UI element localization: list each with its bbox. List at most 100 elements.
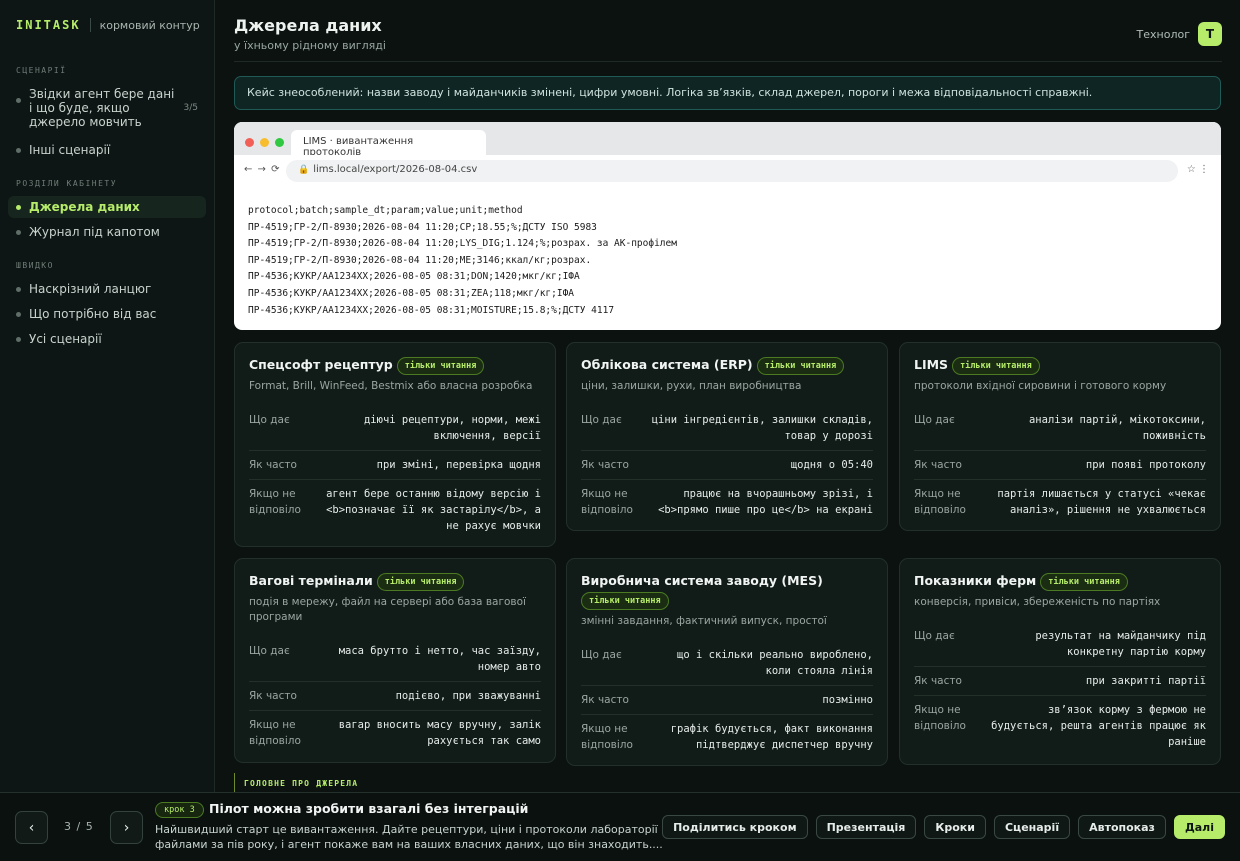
sections-label: РОЗДІЛИ КАБІНЕТУ xyxy=(16,179,118,188)
section-tag: ГОЛОВНЕ ПРО ДЖЕРЕЛА xyxy=(234,773,358,793)
chevron-left-icon: ‹ xyxy=(28,819,35,836)
bullet-icon xyxy=(16,230,21,235)
url-text: lims.local/export/2026-08-04.csv xyxy=(313,164,478,175)
steps-button[interactable]: Кроки xyxy=(924,815,986,839)
row-value: вагар вносить масу вручну, залік рахуєть… xyxy=(338,718,541,747)
row-value: при закритті партії xyxy=(1085,674,1206,687)
csv-line: ПР-4536;КУКР/АА1234ХХ;2026-08-05 08:31;M… xyxy=(248,304,615,316)
browser-tab: LIMS · вивантаження протоколів xyxy=(291,130,486,158)
sidebar-item-end-to-end[interactable]: Наскрізний ланцюг xyxy=(8,278,206,300)
row-value: агент бере останню відому версію і <b>по… xyxy=(326,487,541,532)
user-role[interactable]: Технолог Т xyxy=(1137,22,1222,46)
sidebar-item-label: Журнал під капотом xyxy=(29,225,160,239)
csv-line: ПР-4536;КУКР/АА1234ХХ;2026-08-05 08:31;D… xyxy=(248,271,580,283)
card-title: Виробнича система заводу (MES) xyxy=(581,573,823,588)
row-label: Що дає xyxy=(581,413,622,426)
row-label: Що дає xyxy=(581,649,622,661)
prev-step-button[interactable]: ‹ xyxy=(15,811,48,844)
bullet-icon xyxy=(16,312,21,317)
sidebar-item-label: Що потрібно від вас xyxy=(29,307,157,321)
bullet-icon xyxy=(16,148,21,153)
avatar[interactable]: Т xyxy=(1198,22,1222,46)
row-value: працює на вчорашньому зрізі, і <b>прямо … xyxy=(658,487,873,516)
card-title: Спецсофт рецептур xyxy=(249,357,393,372)
sidebar-item-all-scenarios[interactable]: Усі сценарії xyxy=(8,328,206,350)
row-value: щодня о 05:40 xyxy=(790,458,873,471)
card-subtitle: протоколи вхідної сировини і готового ко… xyxy=(914,379,1167,392)
browser-nav-icons: ← → ⟳ xyxy=(244,164,281,175)
row-label: Якщо не відповіло xyxy=(249,718,301,747)
maximize-dot-icon xyxy=(275,138,284,147)
step-footer: ‹ 3 / 5 › крок 3 Пілот можна зробити вза… xyxy=(0,792,1240,861)
bullet-icon xyxy=(16,287,21,292)
readonly-badge: тільки читання xyxy=(1040,572,1128,591)
sidebar: INITASK кормовий контур СЦЕНАРІЇ Звідки … xyxy=(0,0,215,792)
row-label: Що дає xyxy=(914,413,955,426)
row-value: результат на майданчику під конкретну па… xyxy=(1035,629,1206,658)
window-controls xyxy=(245,138,290,147)
csv-line: ПР-4536;КУКР/АА1234ХХ;2026-08-05 08:31;Z… xyxy=(248,287,575,299)
browser-tabbar: LIMS · вивантаження протоколів xyxy=(234,122,1221,158)
step-title: Пілот можна зробити взагалі без інтеграц… xyxy=(209,801,529,816)
page-subtitle: у їхньому рідному вигляді xyxy=(234,39,386,52)
autoplay-button[interactable]: Автопоказ xyxy=(1078,815,1166,839)
page-header: Джерела даних у їхньому рідному вигляді … xyxy=(234,0,1222,62)
sidebar-item-requirements[interactable]: Що потрібно від вас xyxy=(8,303,206,325)
chevron-right-icon: › xyxy=(123,819,130,836)
row-value: діючі рецептури, норми, межі включення, … xyxy=(363,413,541,442)
source-card-recipes: Спецсофт рецептур тільки читання Format, … xyxy=(234,342,556,547)
brand-logo[interactable]: INITASK xyxy=(16,18,81,32)
source-card-weighing: Вагові термінали тільки читання подія в м… xyxy=(234,558,556,763)
row-label: Що дає xyxy=(249,644,290,657)
row-label: Що дає xyxy=(914,629,955,642)
row-label: Якщо не відповіло xyxy=(581,487,633,516)
scenarios-label: СЦЕНАРІЇ xyxy=(16,66,67,75)
next-step-button[interactable]: › xyxy=(110,811,143,844)
step-counter: 3 / 5 xyxy=(64,820,94,833)
brand-subtitle: кормовий контур xyxy=(99,18,200,32)
row-value: зв’язок корму з фермою не будується, реш… xyxy=(991,703,1206,748)
page-title: Джерела даних xyxy=(234,16,382,35)
readonly-badge: тільки читання xyxy=(376,572,465,591)
card-subtitle: конверсія, привіси, збереженість по парт… xyxy=(914,595,1161,608)
row-value: що і скільки реально вироблено, коли сто… xyxy=(677,649,873,677)
bullet-icon xyxy=(16,205,21,210)
row-label: Як часто xyxy=(581,458,629,471)
next-button[interactable]: Далі xyxy=(1173,815,1225,839)
card-title: Вагові термінали xyxy=(249,573,373,588)
row-label: Як часто xyxy=(249,458,297,471)
row-label: Якщо не відповіло xyxy=(914,487,966,516)
source-card-farms: Показники ферм тільки читання конверсія, … xyxy=(899,558,1221,765)
row-value: графік будується, факт виконання підтвер… xyxy=(670,723,873,751)
share-step-button[interactable]: Поділитись кроком xyxy=(662,815,808,839)
csv-content: protocol;batch;sample_dt;param;value;uni… xyxy=(234,187,1221,319)
row-label: Як часто xyxy=(581,694,629,706)
readonly-badge: тільки читання xyxy=(756,356,845,375)
card-subtitle: Format, Brill, WinFeed, Bestmix або влас… xyxy=(249,379,533,392)
row-label: Якщо не відповіло xyxy=(581,723,633,751)
row-value: при зміні, перевірка щодня xyxy=(376,458,541,471)
browser-mockup: LIMS · вивантаження протоколів ← → ⟳ 🔒 li… xyxy=(234,122,1221,330)
row-label: Як часто xyxy=(249,689,297,702)
sidebar-item-data-sources[interactable]: Джерела даних xyxy=(8,196,206,218)
source-card-erp: Облікова система (ERP) тільки читання цін… xyxy=(566,342,888,531)
sidebar-item-scenario-data-sources[interactable]: Звідки агент бере дані і що буде, якщо д… xyxy=(8,83,206,133)
footer-actions: Поділитись кроком Презентація Кроки Сцен… xyxy=(654,815,1225,839)
csv-line: ПР-4519;ГР-2/П-8930;2026-08-04 11:20;LYS… xyxy=(248,238,677,250)
brand: INITASK кормовий контур xyxy=(8,16,206,34)
sidebar-item-label: Усі сценарії xyxy=(29,332,102,346)
row-value: маса брутто і нетто, час заїзду, номер а… xyxy=(338,644,541,673)
scenarios-button[interactable]: Сценарії xyxy=(993,815,1071,839)
sidebar-item-label: Інші сценарії xyxy=(29,143,111,157)
anonymization-notice: Кейс знеособлений: назви заводу і майдан… xyxy=(234,76,1221,110)
card-title: Облікова система (ERP) xyxy=(581,357,753,372)
main-content: Джерела даних у їхньому рідному вигляді … xyxy=(234,0,1222,766)
sidebar-item-other-scenarios[interactable]: Інші сценарії xyxy=(8,139,206,161)
scenario-progress: 3/5 xyxy=(183,103,198,113)
csv-line: protocol;batch;sample_dt;param;value;uni… xyxy=(248,205,523,216)
sidebar-item-label: Звідки агент бере дані і що буде, якщо д… xyxy=(29,87,175,129)
close-dot-icon xyxy=(245,138,254,147)
presentation-button[interactable]: Презентація xyxy=(815,815,917,839)
readonly-badge: тільки читання xyxy=(396,356,485,375)
sidebar-item-log[interactable]: Журнал під капотом xyxy=(8,221,206,243)
